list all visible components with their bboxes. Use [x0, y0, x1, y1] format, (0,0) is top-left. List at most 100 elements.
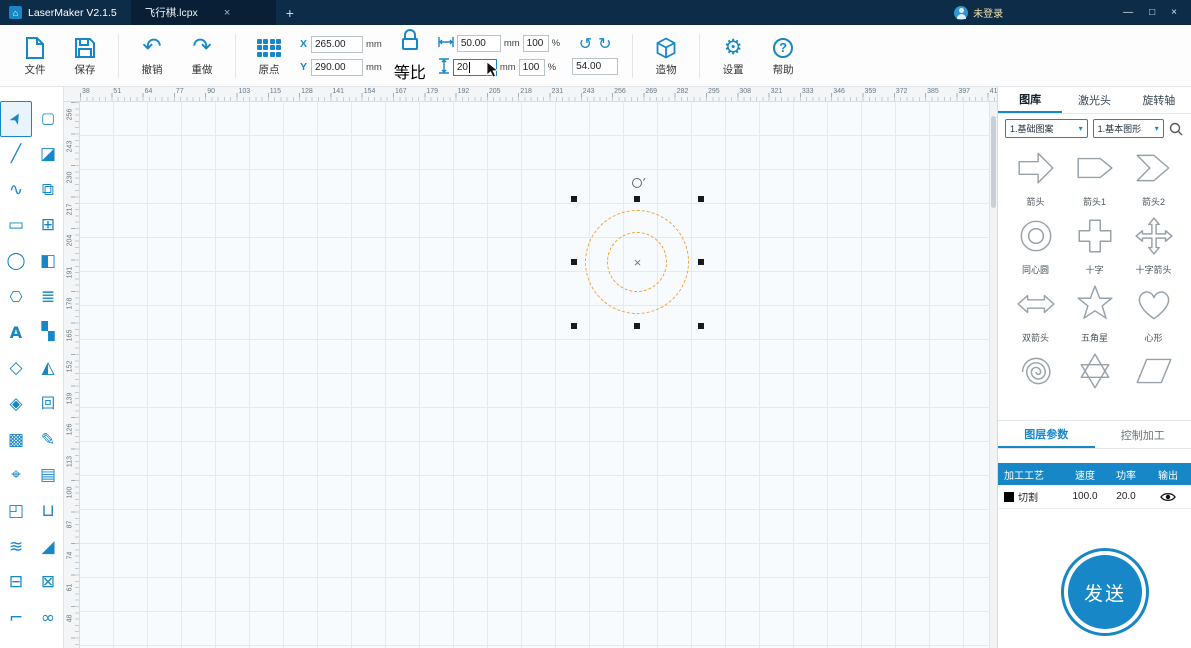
tab-control-process[interactable]: 控制加工: [1095, 421, 1191, 448]
rotate-cw-icon[interactable]: ↻: [598, 36, 611, 52]
width-percent-input[interactable]: 100: [523, 35, 549, 52]
layer-speed[interactable]: 100.0: [1064, 491, 1106, 502]
layer-visibility-toggle[interactable]: [1146, 491, 1190, 503]
undo-button[interactable]: ↶ 撤销: [127, 35, 177, 77]
search-icon[interactable]: [1169, 121, 1184, 137]
canvas-scrollbar[interactable]: [989, 102, 997, 648]
ellipse-tool[interactable]: ◯: [0, 244, 32, 280]
resize-handle[interactable]: [698, 323, 704, 329]
ruler-number: 48: [67, 609, 74, 629]
split-tool[interactable]: ⊠: [32, 565, 64, 601]
group-tool[interactable]: ▚: [32, 315, 64, 351]
resize-handle[interactable]: [571, 323, 577, 329]
tab-laser-head[interactable]: 激光头: [1062, 87, 1126, 113]
resize-handle[interactable]: [698, 196, 704, 202]
angle-input[interactable]: 54.00: [572, 58, 618, 75]
resize-handle[interactable]: [634, 323, 640, 329]
shape-heart[interactable]: 心形: [1124, 283, 1183, 345]
shape-cross[interactable]: 十字: [1065, 215, 1124, 277]
shape-star-5[interactable]: 五角星: [1065, 283, 1124, 345]
group-tool-icon: ▚: [41, 324, 54, 341]
scrollbar-thumb[interactable]: [991, 116, 996, 208]
mirror-vertical-tool[interactable]: ◭: [32, 351, 64, 387]
redo-button[interactable]: ↷ 重做: [177, 35, 227, 77]
text-tool[interactable]: A: [0, 315, 32, 351]
shape-arrow-right[interactable]: 箭头: [1006, 147, 1065, 209]
resize-handle[interactable]: [698, 259, 704, 265]
close-button[interactable]: ×: [1171, 7, 1177, 18]
curve-tool[interactable]: ∿: [0, 172, 32, 208]
array-copy-tool[interactable]: ⊞: [32, 208, 64, 244]
layer-color-swatch[interactable]: [1004, 492, 1014, 502]
center-point-tool[interactable]: ⌖: [0, 458, 32, 494]
polygon-tool[interactable]: ⎔: [0, 279, 32, 315]
resize-handle[interactable]: [571, 196, 577, 202]
selection-bounding-box[interactable]: ×: [574, 199, 701, 326]
height-input[interactable]: 20: [453, 59, 497, 76]
qrcode-tool[interactable]: ▩: [0, 422, 32, 458]
ruler-number: 126: [67, 420, 74, 440]
shape-arrow-pentagon[interactable]: 箭头1: [1065, 147, 1124, 209]
crop-tool[interactable]: ◰: [0, 494, 32, 530]
file-button[interactable]: 文件: [10, 35, 60, 77]
width-input[interactable]: 50.00: [457, 35, 501, 52]
save-button[interactable]: 保存: [60, 35, 110, 77]
shape-arrow-chevron[interactable]: 箭头2: [1124, 147, 1183, 209]
select-tool-icon: ➤: [6, 110, 25, 128]
maximize-button[interactable]: □: [1149, 7, 1155, 18]
pen-tool[interactable]: ✎: [32, 422, 64, 458]
h-ruler-ticks: 3851647790103115128141154167179192205218…: [80, 87, 997, 101]
resize-handle[interactable]: [571, 259, 577, 265]
shape-star-6[interactable]: [1065, 350, 1124, 412]
table-row[interactable]: 切割100.020.0: [998, 485, 1191, 509]
offset-tool[interactable]: 回: [32, 387, 64, 423]
help-button[interactable]: ? 帮助: [758, 35, 808, 77]
tag-tool[interactable]: ◈: [0, 387, 32, 423]
image-tool[interactable]: ▤: [32, 458, 64, 494]
height-unit-label: mm: [500, 62, 516, 73]
select-tool[interactable]: ➤: [0, 101, 32, 137]
category-select[interactable]: 1.基础图案 ▾: [1005, 119, 1088, 138]
weld-tool[interactable]: ⊔: [32, 494, 64, 530]
create-button[interactable]: 造物: [641, 35, 691, 77]
shape-parallelogram[interactable]: [1124, 350, 1183, 412]
origin-button[interactable]: 原点: [244, 35, 294, 77]
fill-color-tool[interactable]: ◢: [32, 529, 64, 565]
shape-concentric-circles[interactable]: 同心圆: [1006, 215, 1065, 277]
document-tab[interactable]: 飞行棋.lcpx ×: [131, 0, 276, 25]
user-account[interactable]: 未登录: [954, 5, 1003, 20]
mirror-horizontal-tool[interactable]: ◧: [32, 244, 64, 280]
tab-library[interactable]: 图库: [998, 87, 1062, 113]
fill-shape-tool[interactable]: ◪: [32, 137, 64, 173]
send-button[interactable]: 发送: [1061, 548, 1149, 636]
tab-layer-params[interactable]: 图层参数: [998, 421, 1095, 448]
x-position-input[interactable]: 265.00: [311, 36, 363, 53]
diamond-tool[interactable]: ◇: [0, 351, 32, 387]
align-tool[interactable]: ≣: [32, 279, 64, 315]
height-percent-input[interactable]: 100: [519, 59, 545, 76]
shape-type-select[interactable]: 1.基本图形 ▾: [1093, 119, 1164, 138]
design-canvas[interactable]: ×: [80, 102, 989, 648]
marquee-select-tool[interactable]: ▢: [32, 101, 64, 137]
shape-cross-arrows[interactable]: 十字箭头: [1124, 215, 1183, 277]
line-tool[interactable]: ╱: [0, 137, 32, 173]
hook-tool[interactable]: ⌐: [0, 601, 32, 637]
rotate-ccw-icon[interactable]: ↺: [579, 36, 592, 52]
minimize-button[interactable]: —: [1123, 7, 1133, 18]
tab-rotary-axis[interactable]: 旋转轴: [1127, 87, 1191, 113]
proportional-lock[interactable]: 等比: [394, 28, 426, 83]
tab-close-icon[interactable]: ×: [224, 7, 230, 19]
duplicate-tool[interactable]: ⧉: [32, 172, 64, 208]
rotate-handle[interactable]: [632, 178, 642, 188]
table-tool[interactable]: ⊟: [0, 565, 32, 601]
link-tool[interactable]: ∞: [32, 601, 64, 637]
new-tab-button[interactable]: +: [286, 5, 294, 21]
resize-handle[interactable]: [634, 196, 640, 202]
shape-spiral[interactable]: [1006, 350, 1065, 412]
y-position-input[interactable]: 290.00: [311, 59, 363, 76]
layer-power[interactable]: 20.0: [1106, 491, 1146, 502]
shape-double-arrow[interactable]: 双箭头: [1006, 283, 1065, 345]
rectangle-tool[interactable]: ▭: [0, 208, 32, 244]
settings-button[interactable]: ⚙ 设置: [708, 35, 758, 77]
layers-tool[interactable]: ≋: [0, 529, 32, 565]
